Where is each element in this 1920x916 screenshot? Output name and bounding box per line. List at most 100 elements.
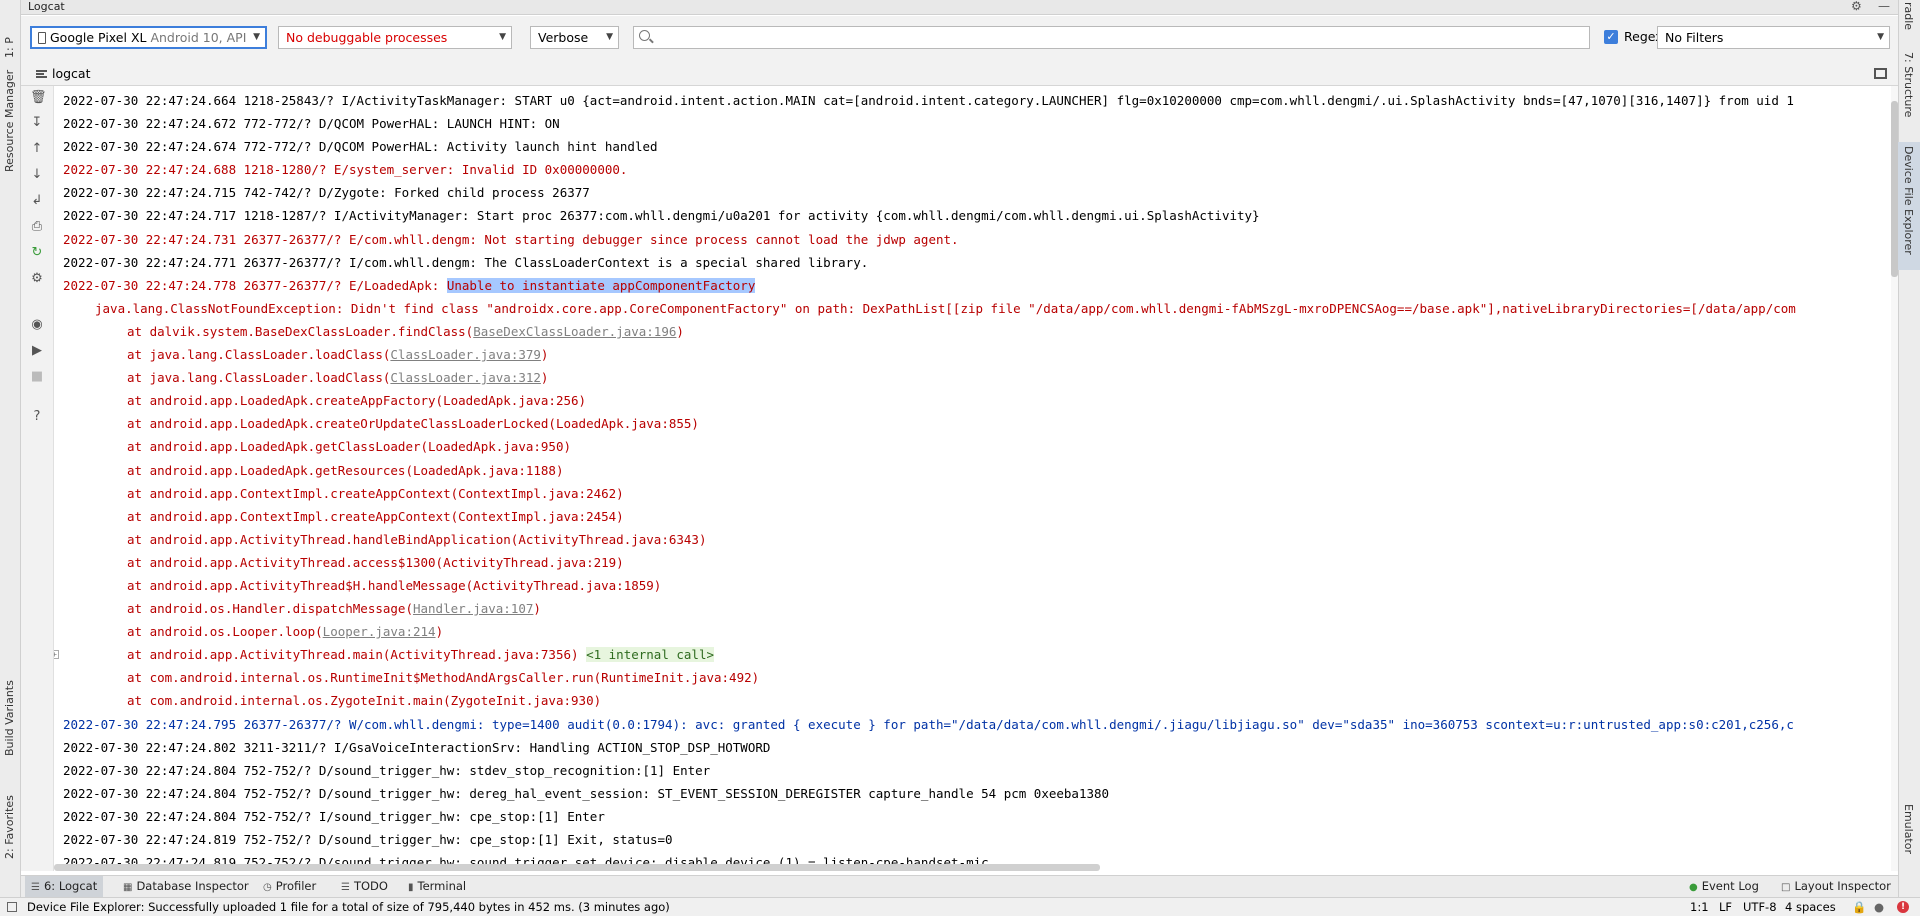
logcat-tab-label[interactable]: logcat (52, 66, 91, 81)
inspection-icon[interactable]: ● (1874, 898, 1884, 916)
stack-frame-line: at android.app.ContextImpl.createAppCont… (63, 505, 1796, 528)
settings-gear-icon[interactable]: ⚙ (30, 272, 44, 286)
build-variants-tab-label: Build Variants (3, 680, 16, 756)
phone-icon (38, 32, 46, 44)
log-line: 2022-07-30 22:47:24.771 26377-26377/? I/… (63, 251, 1796, 274)
profiler-tab-label: Profiler (275, 879, 317, 893)
log-text: at com.android.internal.os.RuntimeInit$M… (127, 670, 760, 686)
process-selector[interactable]: No debuggable processes ▼ (278, 26, 512, 49)
log-text: 2022-07-30 22:47:24.795 26377-26377/? W/… (63, 716, 1794, 732)
logcat-list-icon (36, 70, 47, 78)
emulator-tab[interactable]: Emulator (1898, 800, 1920, 870)
horizontal-scrollbar-thumb[interactable] (54, 864, 1100, 871)
logcat-output[interactable]: 2022-07-30 22:47:24.664 1218-25843/? I/A… (54, 86, 1891, 871)
soft-wrap-icon[interactable]: ↲ (30, 194, 44, 208)
device-file-explorer-tab[interactable]: Device File Explorer (1898, 142, 1920, 270)
stack-frame-line: at android.app.ContextImpl.createAppCont… (63, 482, 1796, 505)
log-text-tail: ) (533, 601, 541, 617)
layout-icon[interactable] (1874, 68, 1887, 79)
profiler-tab[interactable]: ◷ Profiler (257, 876, 322, 897)
database-icon: ▦ (123, 882, 133, 893)
checkmark-icon: ✓ (1604, 30, 1618, 44)
line-ending[interactable]: LF (1719, 898, 1732, 916)
log-text: at java.lang.ClassLoader.loadClass( (127, 347, 391, 363)
log-text: 2022-07-30 22:47:24.715 742-742/? D/Zygo… (63, 185, 590, 201)
chevron-down-icon: ▼ (606, 32, 613, 42)
log-line: 2022-07-30 22:47:24.688 1218-1280/? E/sy… (63, 158, 1796, 181)
log-text: at android.os.Looper.loop( (127, 624, 323, 640)
down-arrow-icon[interactable]: ↓ (30, 168, 44, 182)
vertical-scrollbar[interactable] (1891, 86, 1898, 871)
event-log-tab[interactable]: ● Event Log (1683, 876, 1765, 897)
log-text: 2022-07-30 22:47:24.771 26377-26377/? I/… (63, 254, 869, 270)
logcat-icon: ☰ (31, 882, 40, 893)
log-text: at android.app.ActivityThread.main(Activ… (127, 647, 587, 663)
log-line: 2022-07-30 22:47:24.804 752-752/? D/soun… (63, 782, 1796, 805)
log-text: 2022-07-30 22:47:24.664 1218-25843/? I/A… (63, 93, 1794, 108)
expand-fold-icon[interactable]: + (54, 650, 59, 660)
log-text: at android.app.ContextImpl.createAppCont… (127, 485, 624, 501)
log-text: at com.android.internal.os.ZygoteInit.ma… (127, 693, 602, 709)
search-icon (639, 30, 650, 41)
log-level-selector[interactable]: Verbose ▼ (530, 26, 619, 49)
build-variants-tab[interactable]: Build Variants (0, 672, 21, 762)
database-inspector-tab[interactable]: ▦ Database Inspector (117, 876, 255, 897)
error-indicator-icon[interactable]: ! (1897, 901, 1909, 913)
log-search-input[interactable] (658, 28, 1578, 47)
screen-record-icon[interactable]: ▶ (30, 344, 44, 358)
log-text: java.lang.ClassNotFoundException: Didn't… (95, 300, 1796, 316)
todo-tab[interactable]: ☰ TODO (335, 876, 394, 897)
source-link[interactable]: ClassLoader.java:379 (390, 347, 541, 362)
device-selector[interactable]: Google Pixel XL Android 10, API ▼ (30, 26, 267, 49)
source-link[interactable]: Looper.java:214 (323, 624, 436, 639)
favorites-tab[interactable]: 2: Favorites (0, 785, 21, 865)
status-message[interactable]: Device File Explorer: Successfully uploa… (27, 898, 670, 916)
print-icon[interactable]: ⎙ (30, 220, 44, 234)
up-arrow-icon[interactable]: ↑ (30, 142, 44, 156)
log-text: 2022-07-30 22:47:24.717 1218-1287/? I/Ac… (63, 208, 1260, 224)
minimize-icon[interactable]: — (1878, 0, 1890, 13)
log-text: 2022-07-30 22:47:24.688 1218-1280/? E/sy… (63, 162, 628, 178)
left-tool-strip: 1: P Resource Manager Build Variants 2: … (0, 0, 21, 916)
logcat-bottom-tab[interactable]: ☰ 6: Logcat (25, 876, 104, 897)
screen-capture-icon[interactable]: ◉ (30, 318, 44, 332)
log-line: 2022-07-30 22:47:24.795 26377-26377/? W/… (63, 713, 1796, 736)
file-encoding[interactable]: UTF-8 (1743, 898, 1777, 916)
exception-line: java.lang.ClassNotFoundException: Didn't… (63, 297, 1796, 320)
folded-calls[interactable]: <1 internal call> (586, 647, 715, 663)
terminal-tab-label: Terminal (417, 879, 467, 893)
caret-position[interactable]: 1:1 (1690, 898, 1709, 916)
log-line: 2022-07-30 22:47:24.664 1218-25843/? I/A… (63, 89, 1796, 112)
log-text: 2022-07-30 22:47:24.804 752-752/? I/soun… (63, 808, 605, 824)
indent-setting[interactable]: 4 spaces (1785, 898, 1836, 916)
filter-label: No Filters (1665, 30, 1724, 45)
restart-icon[interactable]: ↻ (30, 246, 44, 260)
log-text: 2022-07-30 22:47:24.778 26377-26377/? E/… (63, 277, 447, 293)
source-link[interactable]: BaseDexClassLoader.java:196 (473, 324, 676, 339)
regex-checkbox[interactable]: ✓ Regex (1604, 30, 1663, 44)
stack-frame-line: at android.app.ActivityThread$H.handleMe… (63, 574, 1796, 597)
stop-icon[interactable]: ■ (30, 370, 44, 384)
filter-selector[interactable]: No Filters ▼ (1657, 26, 1890, 49)
layout-inspector-tab[interactable]: □ Layout Inspector (1775, 876, 1897, 897)
logcat-subheader: logcat (21, 61, 1898, 86)
help-icon[interactable]: ? (30, 410, 44, 424)
vertical-scrollbar-thumb[interactable] (1891, 101, 1898, 277)
source-link[interactable]: Handler.java:107 (413, 601, 533, 616)
stack-frame-line: at java.lang.ClassLoader.loadClass(Class… (63, 343, 1796, 366)
stack-frame-line: at java.lang.ClassLoader.loadClass(Class… (63, 366, 1796, 389)
gradle-tab[interactable]: radle (1898, 0, 1920, 30)
settings-gear-icon[interactable]: ⚙ (1851, 0, 1862, 13)
tool-windows-toggle-icon[interactable] (7, 902, 17, 912)
layout-inspector-tab-label: Layout Inspector (1794, 879, 1891, 893)
tool-window-title-bar: Logcat ⚙ — (21, 0, 1898, 15)
resource-manager-tab[interactable]: Resource Manager (0, 58, 21, 178)
terminal-tab[interactable]: ▮ Terminal (402, 876, 472, 897)
structure-tab[interactable]: 7: Structure (1898, 48, 1920, 128)
source-link[interactable]: ClassLoader.java:312 (390, 370, 541, 385)
scroll-to-end-icon[interactable]: ↧ (30, 116, 44, 130)
stack-frame-line: at android.app.LoadedApk.getResources(Lo… (63, 459, 1796, 482)
clear-logcat-icon[interactable]: 🗑 (30, 91, 47, 105)
lock-icon[interactable]: 🔒 (1852, 898, 1866, 916)
log-line: 2022-07-30 22:47:24.802 3211-3211/? I/Gs… (63, 736, 1796, 759)
